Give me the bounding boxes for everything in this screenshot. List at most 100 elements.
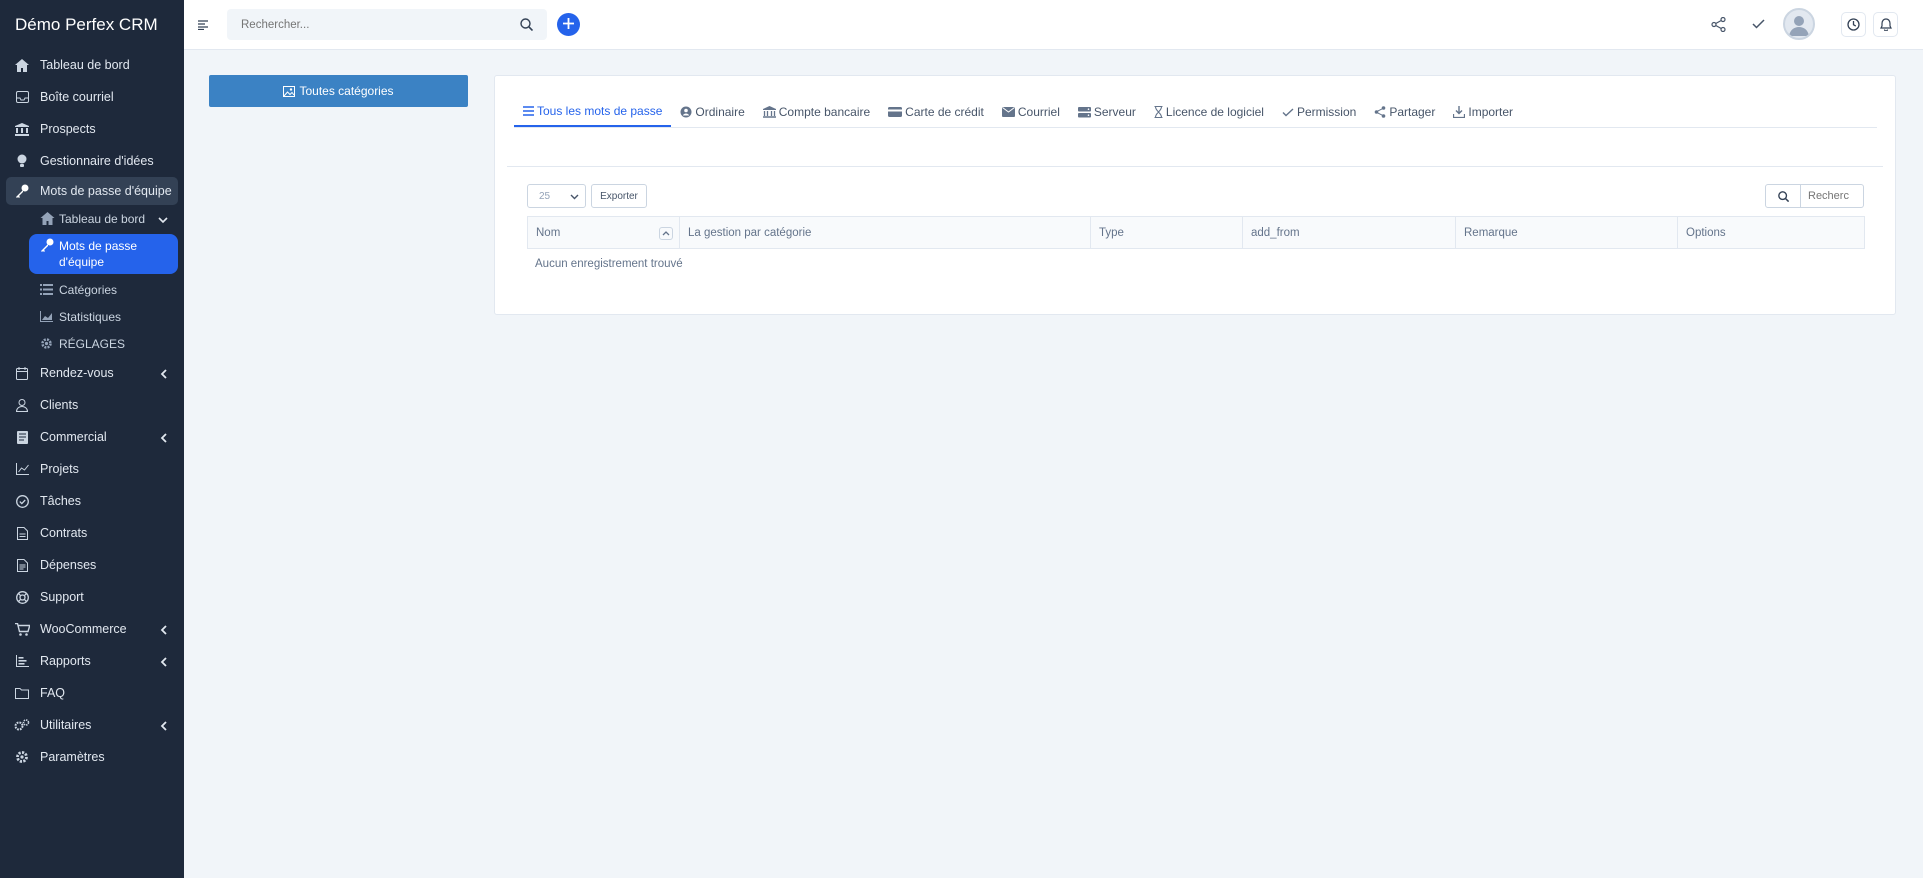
tab-email[interactable]: Courriel — [993, 97, 1069, 127]
column-header-category[interactable]: La gestion par catégorie — [680, 217, 1091, 248]
brand-logo[interactable]: Démo Perfex CRM — [0, 0, 184, 49]
share-icon[interactable] — [1709, 15, 1727, 33]
tab-label: Ordinaire — [695, 105, 745, 119]
sidebar-item-prospects[interactable]: Prospects — [0, 113, 184, 145]
chevron-left-icon — [160, 656, 168, 667]
empty-table-message: Aucun enregistrement trouvé — [535, 258, 683, 270]
search-icon[interactable] — [1765, 184, 1801, 208]
sidebar-item-settings[interactable]: Paramètres — [0, 741, 184, 773]
sidebar-item-label: Mots de passe d'équipe — [40, 184, 172, 198]
credit-card-icon — [888, 107, 903, 117]
subitem-label: RÉGLAGES — [59, 336, 126, 351]
sidebar-item-label: Paramètres — [40, 750, 105, 764]
sidebar-item-reports[interactable]: Rapports — [0, 645, 184, 677]
subitem-team-passwords[interactable]: Mots de passe d'équipe — [29, 234, 178, 274]
bell-icon[interactable] — [1873, 12, 1898, 37]
avatar[interactable] — [1783, 8, 1815, 40]
sidebar-item-label: Dépenses — [40, 558, 97, 572]
timer-icon[interactable] — [1841, 12, 1866, 37]
calendar-icon — [14, 365, 30, 381]
sidebar-item-label: Clients — [40, 398, 79, 412]
tab-server[interactable]: Serveur — [1069, 97, 1145, 127]
sidebar-item-appointments[interactable]: Rendez-vous — [0, 357, 184, 389]
tab-share[interactable]: Partager — [1365, 97, 1444, 127]
sidebar-item-woocommerce[interactable]: WooCommerce — [0, 613, 184, 645]
gear-icon — [40, 337, 55, 351]
sort-ascending-icon[interactable] — [659, 227, 673, 240]
column-header-name[interactable]: Nom — [528, 217, 680, 248]
table-search-input[interactable] — [1801, 184, 1864, 208]
sidebar-item-label: WooCommerce — [40, 622, 127, 636]
menu-toggle-icon[interactable] — [198, 17, 210, 31]
topbar — [184, 0, 1923, 50]
tab-permission[interactable]: Permission — [1273, 97, 1365, 127]
check-icon[interactable] — [1749, 15, 1767, 33]
subitem-settings[interactable]: RÉGLAGES — [0, 330, 184, 357]
sidebar-item-contracts[interactable]: Contrats — [0, 517, 184, 549]
all-categories-label: Toutes catégories — [299, 84, 394, 98]
chart-icon — [14, 461, 30, 477]
sidebar-item-label: FAQ — [40, 686, 66, 700]
tab-credit-card[interactable]: Carte de crédit — [879, 97, 993, 127]
sidebar-item-projects[interactable]: Projets — [0, 453, 184, 485]
subitem-label: Mots de passe d'équipe — [59, 239, 138, 269]
tab-label: Serveur — [1093, 105, 1136, 119]
bars-icon — [523, 106, 534, 116]
column-header-add-from[interactable]: add_from — [1243, 217, 1456, 248]
global-search — [227, 9, 547, 40]
table-header: Nom La gestion par catégorie Type add_fr… — [527, 216, 1865, 249]
tab-label: Importer — [1468, 105, 1514, 119]
cart-icon — [14, 621, 30, 637]
all-categories-button[interactable]: Toutes catégories — [209, 75, 468, 107]
column-header-type[interactable]: Type — [1091, 217, 1243, 248]
export-button[interactable]: Exporter — [591, 184, 647, 208]
divider — [507, 166, 1883, 167]
column-header-label: Remarque — [1464, 226, 1518, 239]
sidebar-item-inbox[interactable]: Boîte courriel — [0, 81, 184, 113]
sidebar-item-clients[interactable]: Clients — [0, 389, 184, 421]
sidebar-item-tasks[interactable]: Tâches — [0, 485, 184, 517]
check-icon — [1282, 107, 1294, 117]
sidebar-item-support[interactable]: Support — [0, 581, 184, 613]
sidebar-item-team-passwords[interactable]: Mots de passe d'équipe — [6, 177, 178, 205]
quick-create-button[interactable] — [557, 13, 580, 36]
search-icon[interactable] — [520, 18, 534, 36]
tab-ordinary[interactable]: Ordinaire — [671, 97, 753, 127]
sidebar-item-expenses[interactable]: Dépenses — [0, 549, 184, 581]
table-search — [1765, 184, 1864, 208]
subitem-dashboard[interactable]: Tableau de bord — [0, 205, 184, 232]
sidebar-item-label: Prospects — [40, 122, 96, 136]
sidebar-item-label: Tableau de bord — [40, 58, 130, 72]
lifebuoy-icon — [14, 589, 30, 605]
check-circle-icon — [14, 493, 30, 509]
sidebar-item-label: Support — [40, 590, 84, 604]
search-input[interactable] — [241, 18, 501, 31]
sidebar-item-label: Commercial — [40, 430, 107, 444]
column-header-options: Options — [1678, 217, 1864, 248]
column-header-remark[interactable]: Remarque — [1456, 217, 1678, 248]
tab-all-passwords[interactable]: Tous les mots de passe — [514, 97, 672, 127]
sidebar-item-commercial[interactable]: Commercial — [0, 421, 184, 453]
chevron-left-icon — [160, 368, 168, 379]
tab-bank-account[interactable]: Compte bancaire — [754, 97, 879, 127]
subitem-categories[interactable]: Catégories — [0, 276, 184, 303]
tab-software-license[interactable]: Licence de logiciel — [1145, 97, 1273, 127]
sidebar-item-label: Boîte courriel — [40, 90, 114, 104]
page-length-select[interactable]: 25 — [527, 184, 586, 208]
chevron-down-icon[interactable] — [158, 213, 168, 227]
chevron-left-icon — [160, 624, 168, 635]
sidebar-item-dashboard[interactable]: Tableau de bord — [0, 49, 184, 81]
user-icon — [14, 397, 30, 413]
chevron-down-icon — [570, 192, 579, 203]
sidebar-nav-rest: Rendez-vous Clients Commercial Projets T… — [0, 357, 184, 773]
tab-label: Partager — [1389, 105, 1436, 119]
hourglass-icon — [1154, 106, 1163, 118]
key-icon — [40, 238, 55, 252]
sidebar-item-utilities[interactable]: Utilitaires — [0, 709, 184, 741]
lightbulb-icon — [14, 153, 30, 169]
sidebar-item-faq[interactable]: FAQ — [0, 677, 184, 709]
tab-import[interactable]: Importer — [1444, 97, 1522, 127]
bank-icon — [762, 106, 776, 118]
subitem-statistics[interactable]: Statistiques — [0, 303, 184, 330]
sidebar-item-ideas[interactable]: Gestionnaire d'idées — [0, 145, 184, 177]
